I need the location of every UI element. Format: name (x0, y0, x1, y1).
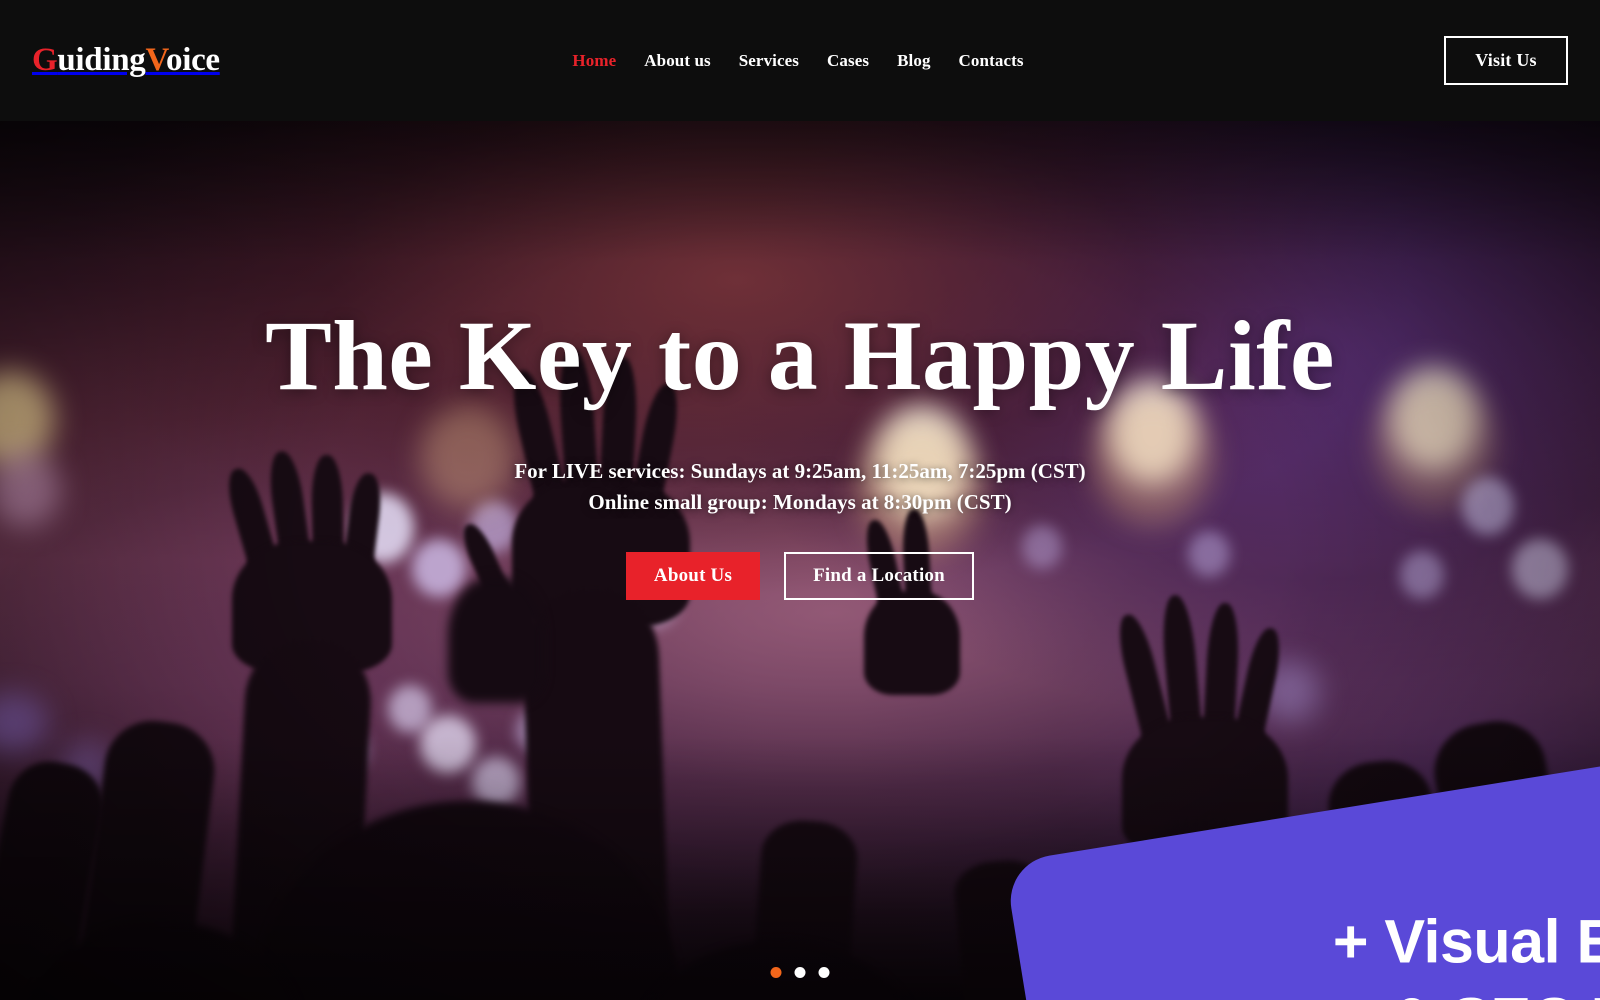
find-a-location-button[interactable]: Find a Location (784, 551, 974, 600)
hand-silhouette (448, 577, 544, 703)
main-navigation: Home About us Services Cases Blog Contac… (0, 0, 1600, 121)
hand-silhouette (864, 591, 960, 695)
site-header: GuidingVoice Home About us Services Case… (0, 0, 1600, 121)
promo-line-1: + Visual Editor (1332, 907, 1600, 976)
carousel-pagination (770, 967, 830, 978)
promo-banner-text: + Visual Editor & SEO Tools (1110, 903, 1600, 1000)
about-us-button[interactable]: About Us (626, 551, 760, 600)
carousel-dot-3[interactable] (818, 967, 830, 978)
brand-logo[interactable]: GuidingVoice (32, 44, 220, 77)
hero-subtitle-line-2: Online small group: Mondays at 8:30pm (C… (588, 489, 1012, 514)
nav-item-services[interactable]: Services (739, 51, 799, 71)
carousel-dot-2[interactable] (794, 967, 806, 978)
nav-item-blog[interactable]: Blog (897, 51, 930, 71)
brand-letter-g: G (32, 42, 58, 78)
nav-item-contacts[interactable]: Contacts (959, 51, 1024, 71)
brand-letter-v: V (145, 42, 166, 78)
hero-section: The Key to a Happy Life For LIVE service… (0, 121, 1600, 1000)
hero-action-buttons: About Us Find a Location (626, 551, 974, 600)
brand-text-uiding: uiding (57, 42, 146, 78)
promo-line-2: & SEO Tools (1110, 981, 1600, 1000)
nav-item-home[interactable]: Home (572, 51, 616, 71)
nav-item-cases[interactable]: Cases (827, 51, 869, 71)
nav-item-about-us[interactable]: About us (644, 51, 710, 71)
hero-title: The Key to a Happy Life (265, 300, 1335, 411)
hero-subtitle: For LIVE services: Sundays at 9:25am, 11… (514, 456, 1085, 518)
hero-subtitle-line-1: For LIVE services: Sundays at 9:25am, 11… (514, 459, 1086, 483)
brand-text-oice: oice (166, 42, 220, 78)
carousel-dot-1[interactable] (770, 967, 782, 978)
visit-us-button[interactable]: Visit Us (1444, 36, 1568, 85)
